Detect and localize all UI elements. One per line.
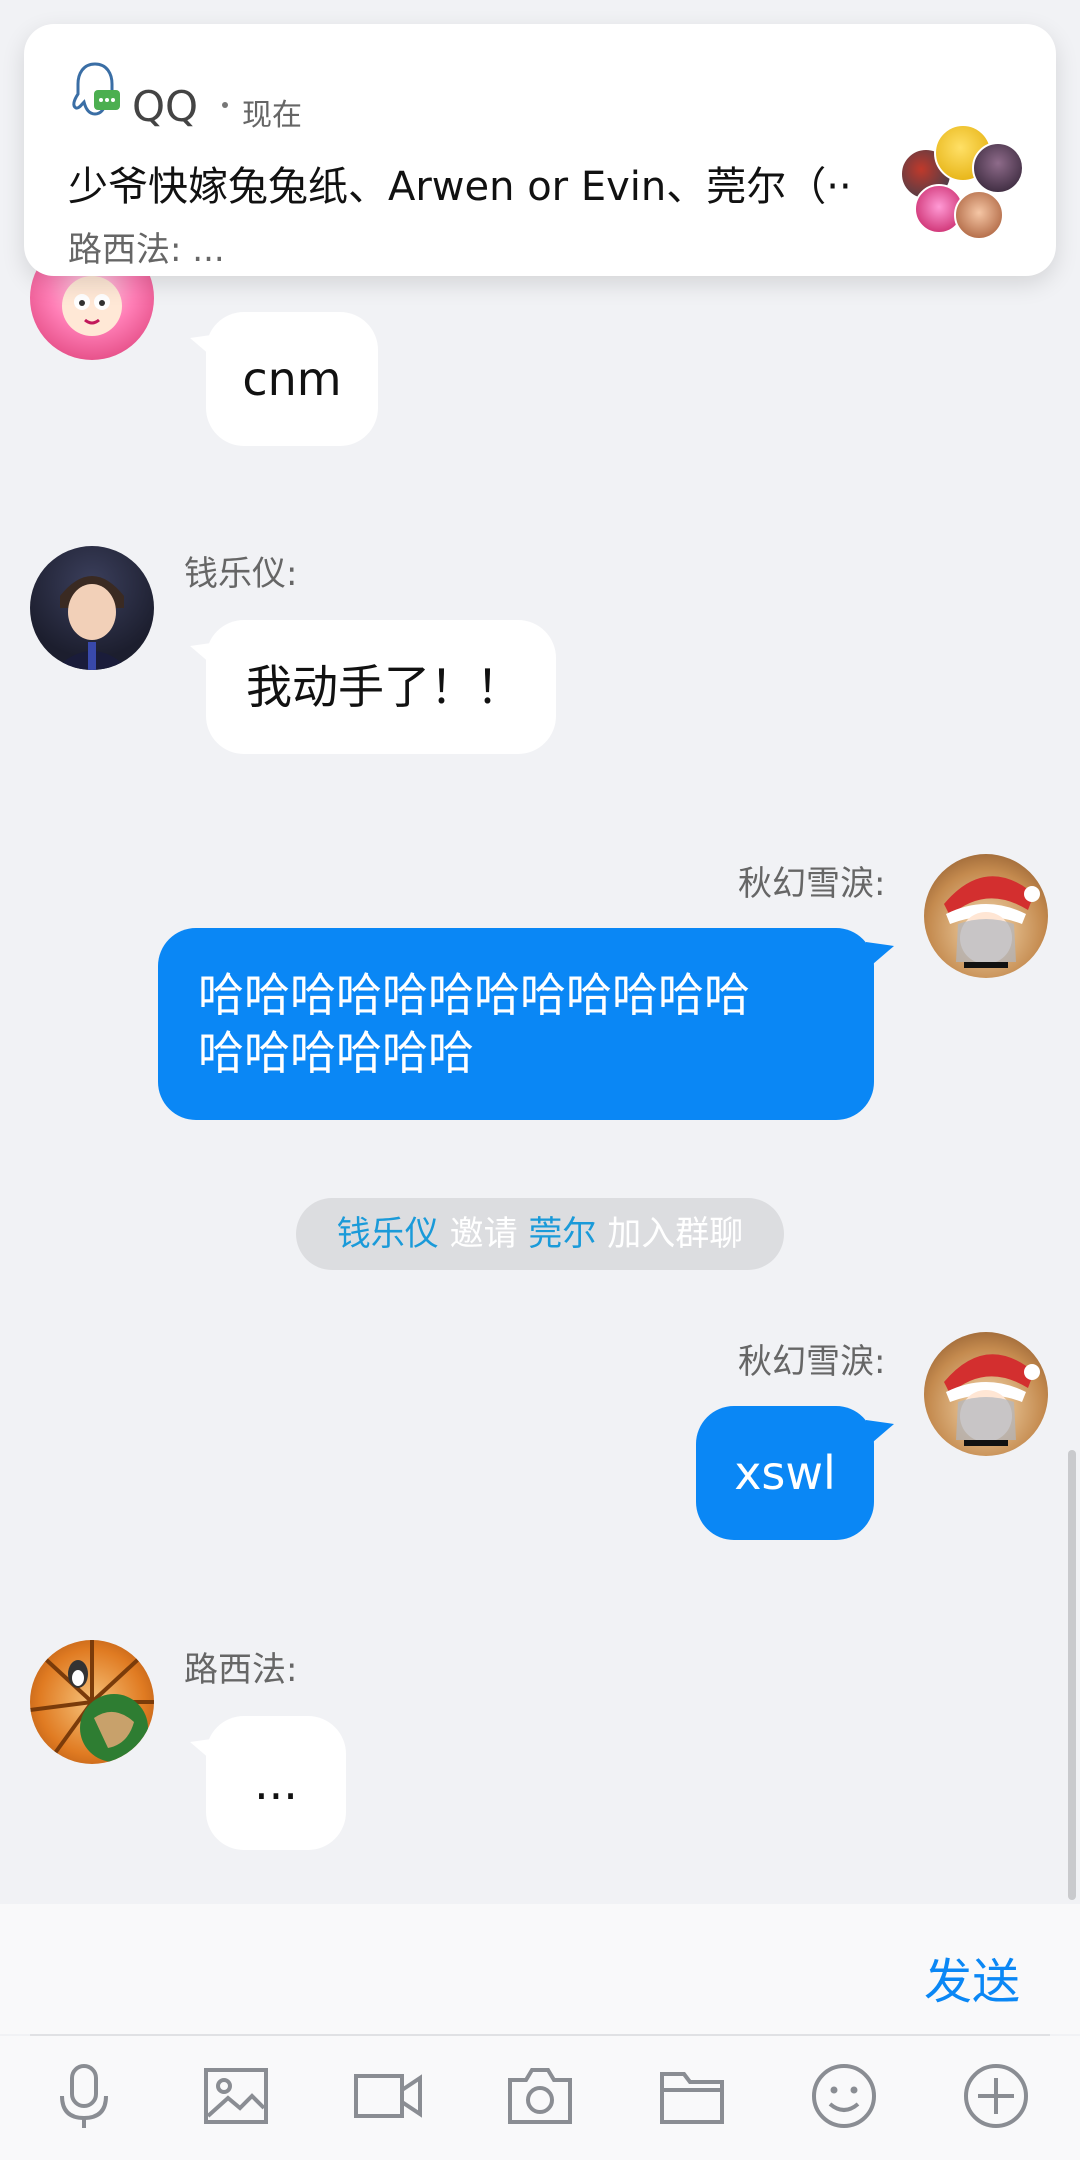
notification-body: 路西法: ...: [68, 230, 225, 270]
image-icon[interactable]: [200, 2060, 272, 2132]
sender-name: 钱乐仪:: [184, 554, 298, 594]
message-bubble[interactable]: xswl: [696, 1406, 874, 1540]
avatar[interactable]: [924, 1332, 1048, 1456]
avatar[interactable]: [30, 546, 154, 670]
message-bubble[interactable]: 哈哈哈哈哈哈哈哈哈哈哈哈 哈哈哈哈哈哈: [158, 928, 874, 1120]
microphone-icon[interactable]: [48, 2060, 120, 2132]
notification-time: 现在: [242, 98, 302, 133]
scrollbar[interactable]: [1068, 1450, 1076, 1900]
avatar[interactable]: [30, 1640, 154, 1764]
message-text-line: 哈哈哈哈哈哈: [198, 1026, 474, 1080]
group-member-avatar: [954, 190, 1004, 240]
message-input[interactable]: [0, 1904, 1080, 2034]
plus-icon[interactable]: [960, 2060, 1032, 2132]
message-text: cnm: [242, 352, 342, 406]
message-bubble[interactable]: 我动手了！！: [206, 620, 556, 754]
video-icon[interactable]: [352, 2060, 424, 2132]
system-suffix: 加入群聊: [607, 1214, 744, 1254]
message-text-line: 哈哈哈哈哈哈哈哈哈哈哈哈: [198, 968, 750, 1022]
message-bubble[interactable]: cnm: [206, 312, 378, 446]
avatar[interactable]: [924, 854, 1048, 978]
emoji-icon[interactable]: [808, 2060, 880, 2132]
system-action: 邀请: [449, 1214, 518, 1254]
notification-app-name: QQ: [132, 82, 199, 131]
avatar-image: [944, 876, 1040, 968]
notification-title: 少爷快嫁兔兔纸、Arwen or Evin、莞尔（··: [68, 164, 852, 210]
group-member-avatar: [972, 142, 1024, 194]
folder-icon[interactable]: [656, 2060, 728, 2132]
system-message: 钱乐仪 邀请 莞尔 加入群聊: [296, 1198, 784, 1270]
message-text: 我动手了！！: [246, 660, 522, 714]
avatar-image: [944, 1354, 1040, 1446]
sender-name: 秋幻雪淚:: [738, 1342, 886, 1382]
sender-name: 路西法:: [184, 1650, 298, 1690]
message-bubble[interactable]: ...: [206, 1716, 346, 1850]
message-text: ...: [254, 1756, 298, 1810]
camera-icon[interactable]: [504, 2060, 576, 2132]
qq-app-icon: [72, 62, 120, 116]
qq-notification[interactable]: QQ 现在 少爷快嫁兔兔纸、Arwen or Evin、莞尔（·· 路西法: .…: [24, 24, 1056, 276]
avatar-image: [54, 576, 130, 670]
invitee-link[interactable]: 莞尔: [528, 1214, 596, 1254]
inviter-link[interactable]: 钱乐仪: [337, 1214, 439, 1254]
separator-dot: [222, 102, 228, 108]
send-button[interactable]: 发送: [924, 1942, 1020, 2012]
message-text: xswl: [734, 1446, 836, 1500]
sender-name: 秋幻雪淚:: [738, 864, 886, 904]
avatar-image: [30, 1640, 154, 1762]
